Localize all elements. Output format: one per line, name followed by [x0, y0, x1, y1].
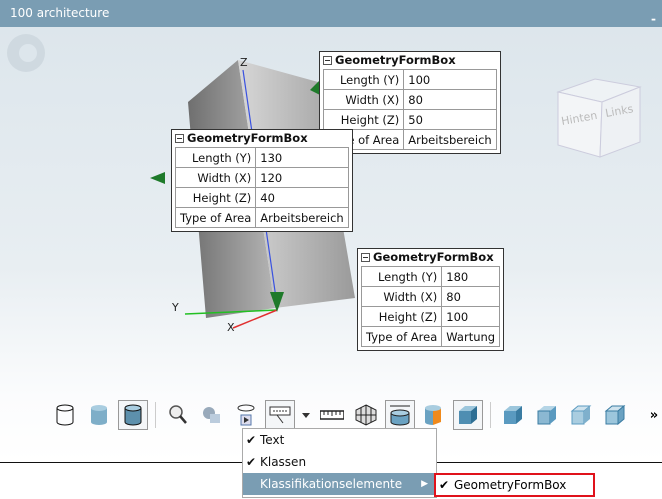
geometry-form-box-3[interactable]: GeometryFormBox Length (Y) 180 Width (X) 8… [357, 248, 505, 351]
title-bar: 100 architecture - [0, 0, 662, 27]
collapse-icon[interactable] [323, 56, 332, 65]
cube-view-2-icon[interactable] [532, 400, 562, 430]
cube-view-4-icon[interactable] [600, 400, 630, 430]
collapse-icon[interactable] [175, 134, 184, 143]
cube-shaded-icon[interactable] [453, 400, 483, 430]
rotate-play-icon[interactable] [231, 400, 261, 430]
table-row: Width (X) 120 [174, 167, 349, 188]
cube-view-1-icon[interactable] [498, 400, 528, 430]
geometry-form-box-2[interactable]: GeometryFormBox Length (Y) 130 Width (X) 1… [171, 129, 353, 232]
menu-item-klassen[interactable]: ✔ Klassen [243, 451, 436, 473]
text-label-icon[interactable] [265, 400, 295, 430]
z-axis-label: Z [240, 56, 248, 69]
submenu-arrow-icon: ▶ [421, 479, 428, 489]
cylinder-shaded-edges-icon[interactable] [118, 400, 148, 430]
cylinder-wireframe-icon[interactable] [50, 400, 80, 430]
cone-marker [150, 172, 165, 184]
table-row: Length (Y) 100 [322, 69, 497, 90]
table-row: Height (Z) 50 [322, 109, 497, 130]
cube-view-3-icon[interactable] [566, 400, 596, 430]
formbox-title: GeometryFormBox [335, 53, 456, 67]
mesh-grid-icon[interactable] [351, 400, 381, 430]
table-row: Type of Area Wartung [360, 326, 501, 347]
x-axis-label: X [227, 321, 235, 334]
table-row: Length (Y) 130 [174, 147, 349, 168]
menu-item-klassifikationselemente[interactable]: Klassifikationselemente ▶ [243, 473, 436, 495]
zoom-fit-icon[interactable] [163, 400, 193, 430]
table-row: Type of Area Arbeitsbereich [174, 207, 349, 228]
submenu-item-geometryformbox[interactable]: ✔ GeometryFormBox [434, 473, 595, 497]
formbox-title: GeometryFormBox [373, 250, 494, 264]
context-menu: ✔ Text ✔ Klassen Klassifikationselemente ▶ [242, 428, 437, 498]
table-row: Height (Z) 100 [360, 306, 501, 327]
menu-item-text[interactable]: ✔ Text [243, 429, 436, 451]
check-icon: ✔ [245, 433, 257, 447]
toolbar-overflow-button[interactable]: » [634, 400, 662, 430]
dimension-cylinder-icon[interactable] [385, 400, 415, 430]
logo-icon [7, 34, 45, 72]
view-cube[interactable]: Hinten Links [550, 67, 650, 167]
y-axis-label: Y [171, 301, 179, 314]
check-icon: ✔ [439, 478, 450, 492]
table-row: Height (Z) 40 [174, 187, 349, 208]
table-row: Width (X) 80 [322, 89, 497, 110]
view-object-icon[interactable] [197, 400, 227, 430]
toolbar: » [50, 398, 662, 432]
section-cut-icon[interactable] [419, 400, 449, 430]
collapse-icon[interactable] [361, 253, 370, 262]
table-row: Length (Y) 180 [360, 266, 501, 287]
formbox-title: GeometryFormBox [187, 131, 308, 145]
ruler-icon[interactable] [317, 400, 347, 430]
check-icon: ✔ [245, 455, 257, 469]
table-row: Width (X) 80 [360, 286, 501, 307]
dropdown-arrow-icon[interactable] [299, 400, 313, 430]
cylinder-shaded-icon[interactable] [84, 400, 114, 430]
window-title: 100 architecture [10, 6, 110, 20]
